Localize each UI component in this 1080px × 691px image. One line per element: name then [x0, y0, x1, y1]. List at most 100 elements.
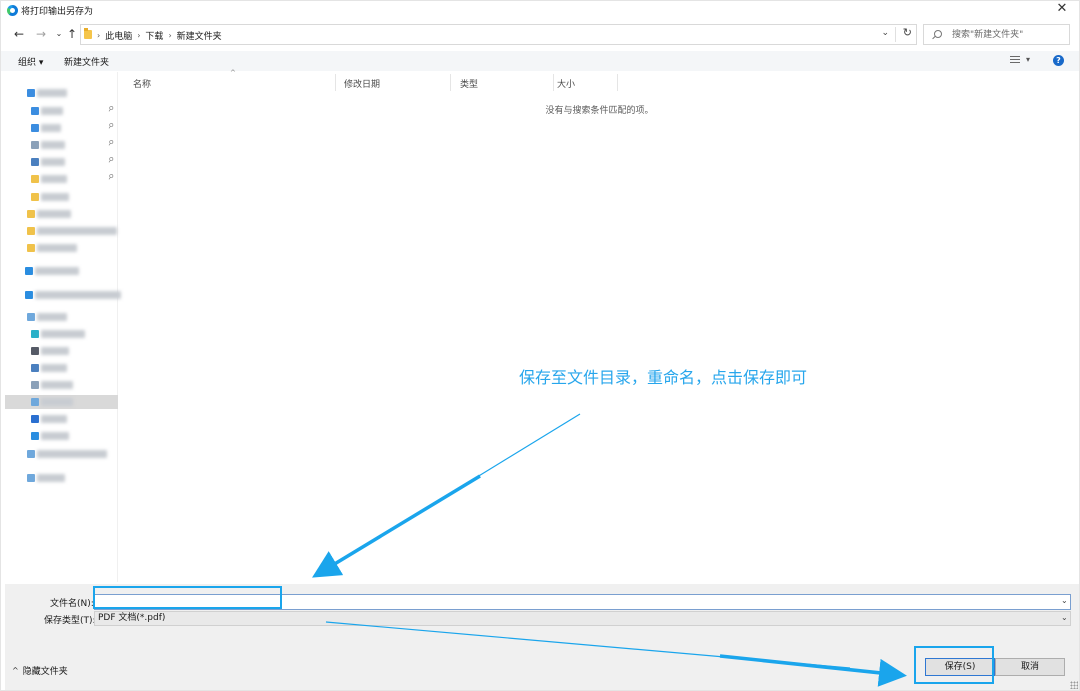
sidebar-item-label-redacted [41, 415, 67, 423]
empty-folder-message: 没有与搜索条件匹配的项。 [545, 106, 654, 116]
refresh-icon[interactable]: ↻ [903, 26, 912, 39]
sidebar-item[interactable] [5, 264, 118, 278]
sidebar-item-icon [31, 124, 39, 132]
up-arrow-icon[interactable]: ↑ [65, 26, 79, 42]
filetype-select[interactable]: PDF 文档(*.pdf) [94, 611, 1071, 626]
breadcrumb-new-folder[interactable]: 新建文件夹 [177, 29, 222, 42]
pin-icon[interactable]: ⚲ [106, 121, 115, 131]
view-dropdown-icon[interactable]: ▾ [1026, 55, 1030, 64]
back-arrow-icon[interactable]: ← [12, 26, 26, 42]
sidebar-item-icon [27, 313, 35, 321]
sidebar-item[interactable] [5, 361, 118, 375]
sidebar-item[interactable] [5, 310, 118, 324]
sidebar-item-label-redacted [37, 227, 117, 235]
sidebar-item-icon [31, 347, 39, 355]
sidebar-item[interactable]: ⚲ [5, 121, 118, 135]
sidebar-item[interactable] [5, 344, 118, 358]
breadcrumb-separator[interactable]: › [168, 31, 171, 40]
filetype-dropdown-icon[interactable]: ⌄ [1061, 613, 1068, 622]
column-header-size[interactable]: 大小 [557, 77, 575, 90]
hide-folders-toggle[interactable]: ^ 隐藏文件夹 [12, 664, 68, 677]
sidebar-item[interactable] [5, 86, 118, 100]
help-icon[interactable]: ? [1053, 55, 1064, 66]
sidebar-item-label-redacted [37, 244, 77, 252]
sidebar-item-icon [31, 193, 39, 201]
breadcrumb: › 此电脑 › 下载 › 新建文件夹 [97, 29, 222, 42]
sidebar-item[interactable] [5, 471, 118, 485]
command-toolbar: 组织 ▾ 新建文件夹 ▾ ? [0, 51, 1080, 71]
sidebar-item[interactable] [5, 447, 118, 461]
sidebar-item[interactable] [5, 224, 118, 238]
close-icon[interactable]: ✕ [1054, 2, 1070, 18]
sidebar-item-label-redacted [41, 347, 69, 355]
resize-grip-icon[interactable] [1070, 681, 1078, 689]
sidebar-item[interactable] [5, 378, 118, 392]
sidebar-item-icon [31, 158, 39, 166]
search-box[interactable] [923, 24, 1070, 45]
address-divider [895, 27, 896, 42]
sidebar-item-label-redacted [37, 89, 67, 97]
chevron-down-icon[interactable]: ⌄ [881, 28, 889, 38]
edge-app-icon [7, 5, 18, 16]
sidebar-item-label-redacted [41, 398, 73, 406]
save-button-highlight-box [914, 646, 994, 684]
sidebar-item-label-redacted [41, 330, 85, 338]
column-divider[interactable] [335, 74, 336, 91]
breadcrumb-this-pc[interactable]: 此电脑 [105, 29, 132, 42]
sidebar-item[interactable] [5, 190, 118, 204]
file-list: ^ 名称 修改日期 类型 大小 没有与搜索条件匹配的项。 [119, 69, 1080, 582]
filename-highlight-box [93, 586, 282, 609]
sidebar-item-label-redacted [37, 474, 65, 482]
filename-dropdown-icon[interactable]: ⌄ [1061, 596, 1068, 605]
pin-icon[interactable]: ⚲ [106, 172, 115, 182]
organize-menu-button[interactable]: 组织 ▾ [18, 55, 43, 68]
sidebar-item[interactable]: ⚲ [5, 155, 118, 169]
address-bar[interactable]: › 此电脑 › 下载 › 新建文件夹 ⌄ ↻ [80, 24, 917, 45]
navigation-pane: ⚲ ⚲ ⚲ ⚲ ⚲ [5, 72, 121, 582]
sidebar-item[interactable]: ⚲ [5, 172, 118, 186]
sidebar-item-icon [31, 175, 39, 183]
column-header-name[interactable]: 名称 [133, 77, 151, 90]
instruction-annotation: 保存至文件目录，重命名，点击保存即可 [519, 368, 808, 387]
column-divider[interactable] [450, 74, 451, 91]
sidebar-item[interactable] [5, 395, 118, 409]
forward-arrow-icon[interactable]: → [34, 26, 48, 42]
search-input[interactable] [952, 28, 1064, 41]
pin-icon[interactable]: ⚲ [106, 104, 115, 114]
view-options-icon[interactable] [1010, 56, 1020, 65]
sidebar-item[interactable] [5, 288, 121, 302]
sidebar-item[interactable] [5, 429, 118, 443]
sidebar-item-icon [31, 364, 39, 372]
pin-icon[interactable]: ⚲ [106, 138, 115, 148]
breadcrumb-downloads[interactable]: 下载 [145, 29, 163, 42]
recent-locations-icon[interactable]: ⌄ [52, 26, 66, 42]
sidebar-item[interactable]: ⚲ [5, 138, 118, 152]
sidebar-item-icon [27, 89, 35, 97]
column-header-date-modified[interactable]: 修改日期 [344, 77, 380, 90]
pin-icon[interactable]: ⚲ [106, 155, 115, 165]
cancel-button[interactable]: 取消 [995, 658, 1065, 676]
column-header-type[interactable]: 类型 [460, 77, 478, 90]
filetype-label: 保存类型(T): [44, 616, 96, 626]
breadcrumb-separator[interactable]: › [137, 31, 140, 40]
new-folder-button[interactable]: 新建文件夹 [64, 55, 109, 68]
navigation-bar: ← → ⌄ ↑ › 此电脑 › 下载 › 新建文件夹 ⌄ ↻ [0, 23, 1080, 47]
sidebar-item[interactable] [5, 207, 118, 221]
breadcrumb-separator[interactable]: › [97, 31, 100, 40]
sidebar-item[interactable] [5, 327, 118, 341]
column-divider[interactable] [553, 74, 554, 91]
sidebar-item[interactable] [5, 412, 118, 426]
sidebar-item-label-redacted [41, 124, 61, 132]
search-icon [934, 30, 942, 38]
sidebar-item-label-redacted [41, 158, 65, 166]
sidebar-item[interactable]: ⚲ [5, 104, 118, 118]
sidebar-item[interactable] [5, 241, 118, 255]
sidebar-item-label-redacted [41, 193, 69, 201]
sort-indicator-icon: ^ [230, 69, 236, 77]
sidebar-item-icon [31, 415, 39, 423]
sidebar-item-icon [27, 210, 35, 218]
sidebar-item-icon [27, 244, 35, 252]
sidebar-item-icon [25, 291, 33, 299]
sidebar-item-icon [27, 474, 35, 482]
column-divider[interactable] [617, 74, 618, 91]
